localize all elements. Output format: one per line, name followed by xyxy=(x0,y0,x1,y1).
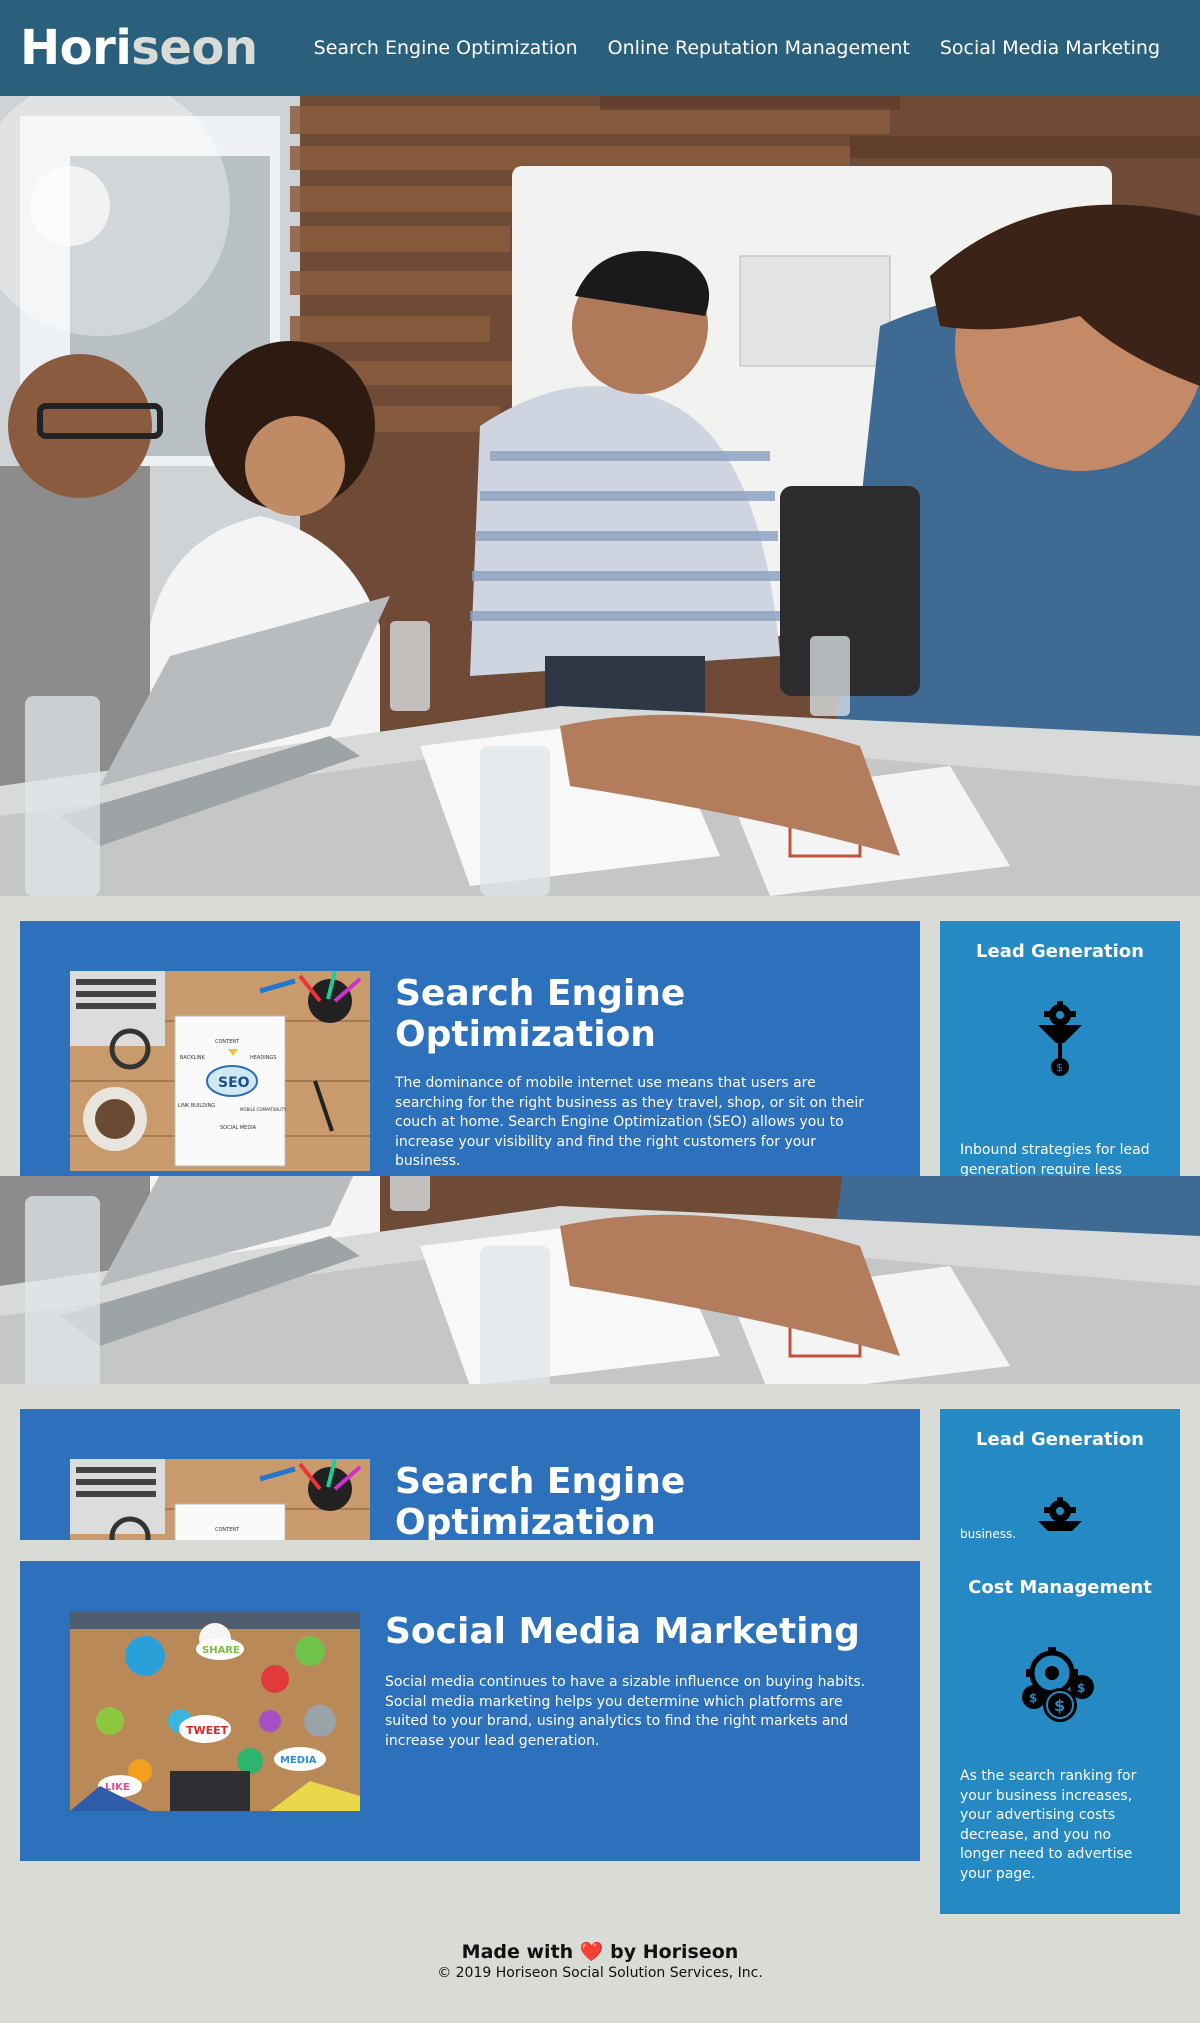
cost-management-icon: $ $ $ xyxy=(1020,1647,1100,1731)
svg-text:$: $ xyxy=(1029,1691,1037,1705)
site-logo[interactable]: Horiseon xyxy=(20,20,258,76)
lead-generation-text: Inbound strategies for lead generation r… xyxy=(960,1142,1150,1176)
social-image-label-tweet: TWEET xyxy=(186,1724,229,1737)
svg-text:$: $ xyxy=(1077,1681,1085,1695)
seo-image-label-headings: HEADINGS xyxy=(250,1055,276,1061)
social-media-illustration: TWEET SHARE LIKE MEDIA xyxy=(70,1611,360,1811)
seo-image-label-social: SOCIAL MEDIA xyxy=(220,1125,257,1131)
seo-illustration: SEO CONTENT BACKLINK HEADINGS LINK BUILD… xyxy=(70,971,370,1171)
footer-copyright: © 2019 Horiseon Social Solution Services… xyxy=(437,1965,763,1981)
hero-image xyxy=(0,96,1200,896)
lead-generation-title: Lead Generation xyxy=(976,941,1144,962)
seo-image-label-mobile: MOBILE COMPATIBILITY xyxy=(240,1107,287,1112)
lead-generation-title-repeat: Lead Generation xyxy=(976,1429,1144,1450)
cost-management-text: As the search ranking for your business … xyxy=(960,1768,1137,1882)
seo-title: Search Engine Optimization xyxy=(395,973,686,1056)
footer-credit: Made with ❤️ by Horiseon xyxy=(0,1940,1200,1963)
hero-image-repeat xyxy=(0,1176,1200,1384)
site-header: Horiseon Search Engine Optimization Onli… xyxy=(0,0,1200,96)
seo-image-label-link-building: LINK BUILDING xyxy=(178,1103,215,1109)
benefit-column-repeat: Lead Generation business. Cost Managemen… xyxy=(940,1409,1180,1914)
heart-icon: ❤️ xyxy=(579,1941,604,1963)
lead-generation-icon: $ xyxy=(1036,1001,1084,1085)
seo-image-label-backlink: BACKLINK xyxy=(180,1055,206,1061)
social-image-label-share: SHARE xyxy=(202,1645,240,1656)
hero-meeting-illustration xyxy=(0,96,1200,896)
footer-made-with: Made with xyxy=(461,1941,574,1963)
lead-generation-text-tail: business. xyxy=(960,1527,1017,1541)
seo-image-label-seo: SEO xyxy=(218,1075,250,1091)
nav-link-seo[interactable]: Search Engine Optimization xyxy=(314,37,578,59)
seo-image-repeat: CONTENT xyxy=(70,1459,370,1540)
footer-by-horiseon: by Horiseon xyxy=(610,1941,739,1963)
seo-image-repeat-label-content: CONTENT xyxy=(215,1527,240,1533)
logo-part-seon: seon xyxy=(131,20,258,76)
seo-section: SEO CONTENT BACKLINK HEADINGS LINK BUILD… xyxy=(20,921,920,1176)
hero-meeting-illustration-repeat xyxy=(0,1176,1200,1384)
seo-text: The dominance of mobile internet use mea… xyxy=(395,1075,865,1170)
main-nav: Search Engine Optimization Online Reputa… xyxy=(314,37,1160,59)
svg-text:$: $ xyxy=(1054,1696,1065,1715)
seo-title-repeat: Search Engine Optimization xyxy=(395,1461,686,1540)
social-media-text: Social media continues to have a sizable… xyxy=(385,1674,866,1749)
nav-link-reputation[interactable]: Online Reputation Management xyxy=(608,37,910,59)
social-media-title: Social Media Marketing xyxy=(385,1611,860,1652)
seo-image: SEO CONTENT BACKLINK HEADINGS LINK BUILD… xyxy=(70,971,370,1171)
site-footer: Made with ❤️ by Horiseon © 2019 Horiseon… xyxy=(0,1940,1200,1981)
svg-text:$: $ xyxy=(1056,1061,1063,1074)
logo-part-hori: Hori xyxy=(20,20,132,76)
seo-image-label-content: CONTENT xyxy=(215,1039,240,1045)
cost-management-title: Cost Management xyxy=(968,1577,1152,1598)
nav-link-social[interactable]: Social Media Marketing xyxy=(940,37,1160,59)
benefit-lead-generation: Lead Generation $ Inbound strategies for… xyxy=(940,921,1180,1176)
social-media-image: TWEET SHARE LIKE MEDIA xyxy=(70,1611,360,1811)
social-media-section: TWEET SHARE LIKE MEDIA Social Media Mark… xyxy=(20,1561,920,1861)
seo-section-repeat: CONTENT Search Engine Optimization xyxy=(20,1409,920,1540)
social-image-label-media: MEDIA xyxy=(280,1755,317,1766)
